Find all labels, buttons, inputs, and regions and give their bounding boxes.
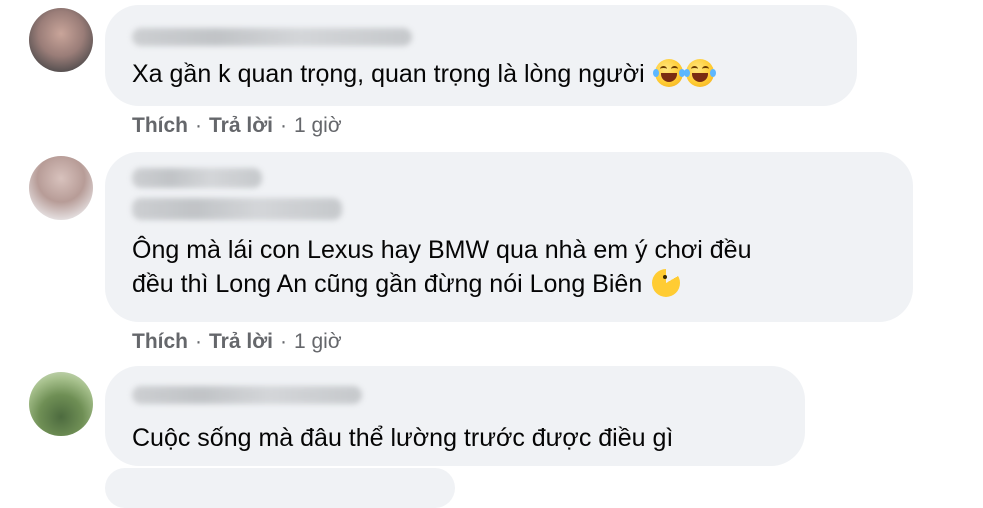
comment-timestamp[interactable]: 1 giờ [294,330,342,353]
commenter-avatar[interactable] [29,372,93,436]
commenter-avatar[interactable] [29,156,93,220]
comment-bubble-partial [105,468,455,508]
pacman-icon [652,269,681,297]
separator-dot: · [279,114,287,137]
separator-dot: · [195,114,202,137]
comment-text-line: đều thì Long An cũng gần đừng nói Long B… [132,267,751,301]
reply-link[interactable]: Trả lời [209,330,273,353]
separator-dot: · [195,330,202,353]
commenter-subtitle-blurred [132,198,342,220]
comment-timestamp[interactable]: 1 giờ [294,114,342,137]
reply-link[interactable]: Trả lời [209,114,273,137]
face-with-tears-of-joy-icon [683,59,716,87]
comment-text-line: Ông mà lái con Lexus hay BMW qua nhà em … [132,236,752,264]
comment-text-content: Cuộc sống mà đâu thể lường trước được đi… [132,424,674,452]
comment-text: Cuộc sống mà đâu thể lường trước được đi… [132,421,673,455]
face-with-tears-of-joy-icon [652,59,685,87]
comment-text-content: Xa gần k quan trọng, quan trọng là lòng … [132,60,645,88]
like-link[interactable]: Thích [132,330,188,353]
comment-text-content: đều thì Long An cũng gần đừng nói Long B… [132,270,643,298]
commenter-name-blurred[interactable] [132,168,262,188]
commenter-name-blurred[interactable] [132,28,412,46]
like-link[interactable]: Thích [132,114,188,137]
separator-dot: · [279,330,287,353]
comment-actions: Thích · Trả lời · 1 giờ [132,329,342,355]
comment-actions: Thích · Trả lời · 1 giờ [132,113,342,139]
comment-text: Ông mà lái con Lexus hay BMW qua nhà em … [132,233,751,301]
commenter-avatar[interactable] [29,8,93,72]
commenter-name-blurred[interactable] [132,386,362,404]
comment-text: Xa gần k quan trọng, quan trọng là lòng … [132,57,716,91]
